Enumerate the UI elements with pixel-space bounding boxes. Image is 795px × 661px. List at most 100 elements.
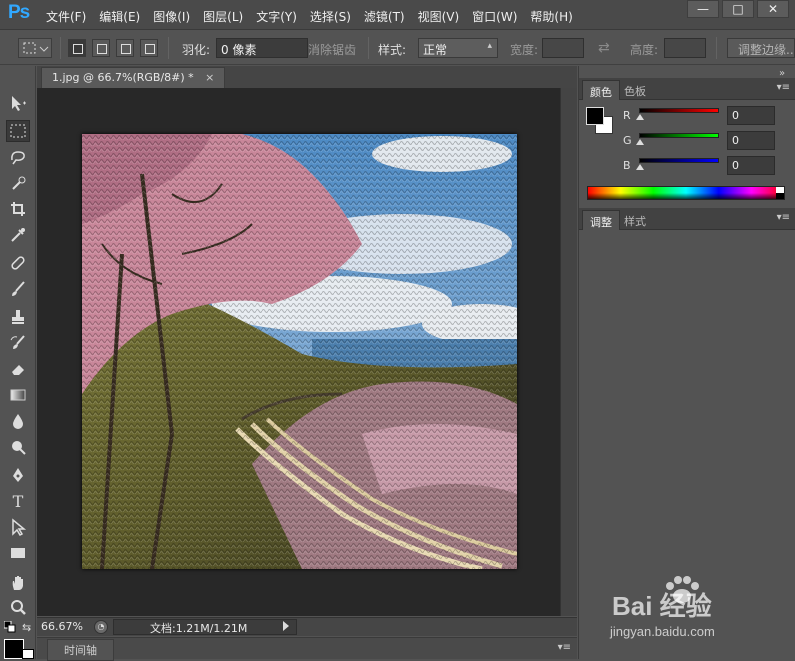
right-panel-dock: » 颜色 色板 ▾≡ R 0 G 0 B 0 调整 样式 ▾≡ [578,66,795,659]
g-slider-thumb[interactable] [636,139,644,145]
g-value-input[interactable]: 0 [727,131,775,150]
main-menu: 文件(F) 编辑(E) 图像(I) 图层(L) 文字(Y) 选择(S) 滤镜(T… [46,8,586,25]
tab-swatches[interactable]: 色板 [617,80,653,100]
eyedropper-icon[interactable] [6,224,30,246]
document-tab[interactable]: 1.jpg @ 66.7%(RGB/8#) * × [41,67,226,88]
foreground-color-swatch[interactable] [4,639,24,659]
move-icon[interactable] [6,92,30,114]
window-controls: — □ ✕ [684,0,789,18]
r-label: R [623,109,631,122]
b-value-input[interactable]: 0 [727,156,775,175]
tool-preset-picker[interactable] [18,38,52,58]
r-slider-thumb[interactable] [636,114,644,120]
pen-icon[interactable] [6,464,30,486]
tab-color[interactable]: 颜色 [582,80,620,100]
g-slider-track[interactable] [639,133,719,138]
width-input[interactable] [542,38,584,58]
timeline-panel: 时间轴 ▾≡ [37,637,577,661]
menu-layer[interactable]: 图层(L) [203,8,243,25]
stamp-icon[interactable] [6,306,30,328]
blur-icon[interactable] [6,410,30,432]
menu-window[interactable]: 窗口(W) [472,8,517,25]
color-spectrum-ramp[interactable] [587,186,785,200]
menu-bar: Ps 文件(F) 编辑(E) 图像(I) 图层(L) 文字(Y) 选择(S) 滤… [0,0,795,30]
status-menu-arrow-icon[interactable] [283,621,289,631]
close-tab-icon[interactable]: × [205,71,214,84]
adjustments-panel-menu-icon[interactable]: ▾≡ [777,212,790,223]
height-label: 高度: [630,43,659,57]
default-colors-icon[interactable] [3,620,16,633]
style-select[interactable]: 正常 ▴ [418,38,498,58]
new-selection-button[interactable] [68,39,86,57]
style-select-value: 正常 [423,43,448,57]
feather-label: 羽化: [182,43,211,57]
crop-icon[interactable] [6,198,30,220]
swap-icon[interactable]: ⇄ [598,40,610,56]
eraser-icon[interactable] [6,358,30,380]
tab-styles[interactable]: 样式 [617,210,653,230]
background-color-swatch[interactable] [22,649,34,659]
menu-image[interactable]: 图像(I) [153,8,190,25]
zoom-level[interactable]: 66.67% [41,620,83,633]
brush-icon[interactable] [6,278,30,300]
path-select-icon[interactable] [6,516,30,538]
maximize-button[interactable]: □ [722,0,754,18]
document-size-info: 文档:1.21M/1.21M [150,622,248,635]
tab-adjustments[interactable]: 调整 [582,210,620,230]
swap-colors-icon[interactable]: ⇆ [22,621,31,634]
menu-file[interactable]: 文件(F) [46,8,86,25]
watermark-url: jingyan.baidu.com [610,624,715,639]
refine-edge-button[interactable]: 调整边缘... [727,38,795,58]
quick-select-icon[interactable] [6,172,30,194]
healing-icon[interactable] [6,252,30,274]
photoshop-logo: Ps [8,2,30,23]
r-slider-track[interactable] [639,108,719,113]
gradient-icon[interactable] [6,384,30,406]
updown-arrow-icon: ▴ [487,41,492,51]
r-value-input[interactable]: 0 [727,106,775,125]
subtract-selection-button[interactable] [116,39,134,57]
status-info-icon[interactable]: ◔ [94,620,108,634]
black-white-swatch[interactable] [776,187,784,199]
color-panel-menu-icon[interactable]: ▾≡ [777,82,790,93]
status-bar: 66.67% ◔ 文档:1.21M/1.21M [37,617,577,636]
document-image[interactable] [82,134,517,569]
style-label: 样式: [378,43,407,57]
fg-color-swatch[interactable] [586,107,604,125]
antialias-label: 消除锯齿 [308,43,357,57]
b-slider-thumb[interactable] [636,164,644,170]
marquee-icon[interactable] [6,120,30,142]
color-panel-tabs: 颜色 色板 ▾≡ [579,78,795,100]
dodge-icon[interactable] [6,436,30,458]
b-label: B [623,159,631,172]
feather-input[interactable]: 0 像素 [216,38,308,58]
menu-select[interactable]: 选择(S) [310,8,351,25]
zoom-icon[interactable] [6,596,30,618]
watermark-brand: Bai 经验 [612,591,712,621]
intersect-selection-button[interactable] [140,39,158,57]
timeline-menu-icon[interactable]: ▾≡ [558,642,571,653]
height-input[interactable] [664,38,706,58]
menu-edit[interactable]: 编辑(E) [99,8,140,25]
history-brush-icon[interactable] [6,332,30,354]
baidu-jingyan-watermark: Bai 经验 jingyan.baidu.com [592,576,792,639]
type-icon[interactable]: T [6,490,30,512]
canvas-area[interactable] [37,88,560,616]
add-selection-button[interactable] [92,39,110,57]
menu-filter[interactable]: 滤镜(T) [364,8,405,25]
menu-type[interactable]: 文字(Y) [256,8,297,25]
b-slider-track[interactable] [639,158,719,163]
minimize-button[interactable]: — [687,0,719,18]
hand-icon[interactable] [6,572,30,594]
marquee-preset-icon [23,42,49,54]
menu-view[interactable]: 视图(V) [418,8,460,25]
canvas-vertical-scrollbar[interactable] [560,88,577,616]
width-label: 宽度: [510,43,539,57]
close-button[interactable]: ✕ [757,0,789,18]
rectangle-icon[interactable] [6,542,30,564]
lasso-icon[interactable] [6,146,30,168]
menu-help[interactable]: 帮助(H) [530,8,572,25]
g-label: G [623,134,632,147]
options-bar: 羽化: 0 像素 消除锯齿 样式: 正常 ▴ 宽度: ⇄ 高度: 调整边缘... [0,31,795,85]
timeline-tab[interactable]: 时间轴 [47,639,114,661]
